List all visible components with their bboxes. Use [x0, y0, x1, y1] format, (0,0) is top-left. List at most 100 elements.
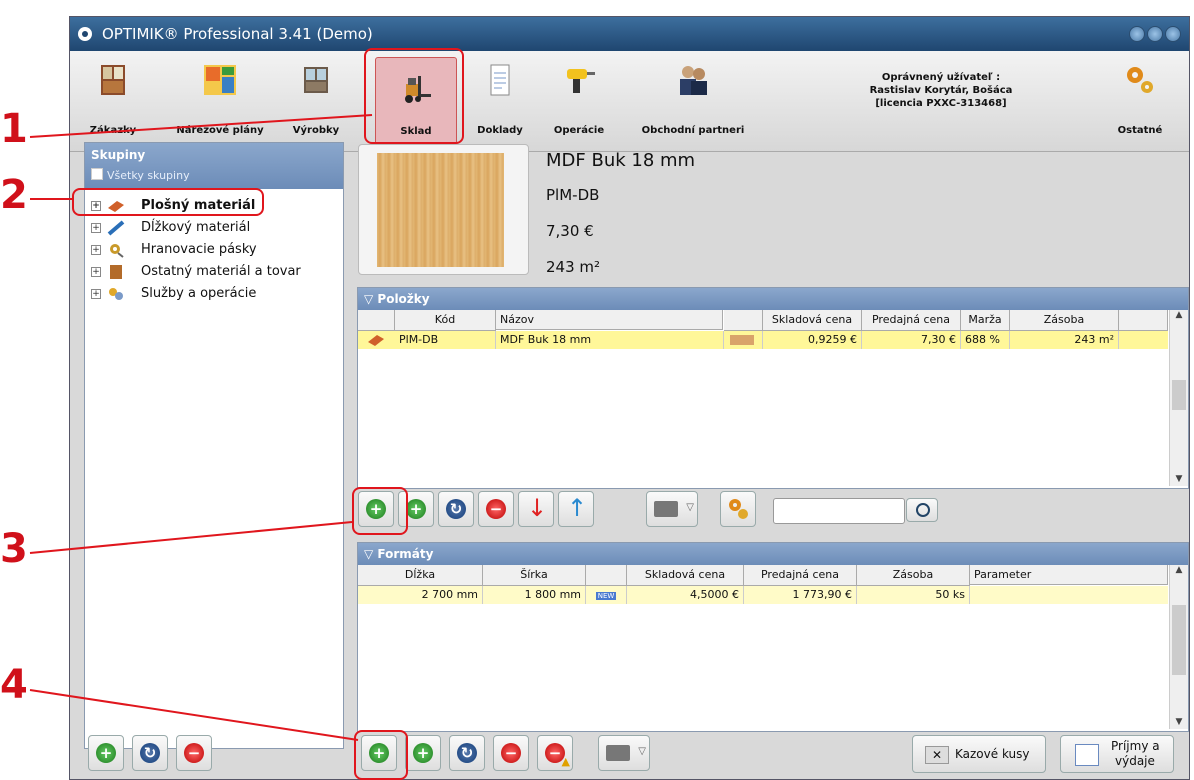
- box-icon: [110, 265, 122, 279]
- printer-icon: [606, 745, 630, 761]
- toolbar-ostatne[interactable]: Ostatné: [1110, 63, 1170, 143]
- move-up-button[interactable]: ↑: [558, 491, 594, 527]
- all-groups-checkbox[interactable]: Všetky skupiny: [91, 168, 190, 182]
- gears-icon: [729, 499, 748, 519]
- document-icon: [490, 64, 510, 96]
- refresh-button[interactable]: ↻: [438, 491, 474, 527]
- col-badge[interactable]: [586, 565, 627, 586]
- toolbar-narezove[interactable]: Nárezové plány: [170, 63, 270, 143]
- tape-icon: [110, 244, 124, 258]
- scroll-up-icon[interactable]: ▲: [1170, 565, 1188, 575]
- scroll-down-icon[interactable]: ▼: [1170, 717, 1188, 727]
- items-header: ▽ Položky: [358, 288, 1188, 310]
- print-button[interactable]: ▽: [646, 491, 698, 527]
- tree-item-ostatny[interactable]: + Ostatný materiál a tovar: [89, 261, 301, 283]
- tree-item-dlzkovy[interactable]: + Dĺžkový materiál: [89, 217, 301, 239]
- col-f-skladova[interactable]: Skladová cena: [627, 565, 744, 586]
- tree-item-label: Služby a operácie: [141, 286, 257, 301]
- maximize-button[interactable]: [1147, 26, 1163, 42]
- col-predajna[interactable]: Predajná cena: [862, 310, 961, 331]
- app-icon: [78, 27, 92, 41]
- cell-f-skladova: 4,5000 €: [627, 586, 744, 604]
- printer-icon: [654, 501, 678, 517]
- toolbar-zakazky[interactable]: Zákazky: [80, 63, 146, 143]
- expand-icon[interactable]: +: [91, 289, 101, 299]
- delete-group-button[interactable]: −: [176, 735, 212, 771]
- user-line1: Oprávnený užívateľ :: [881, 72, 1001, 83]
- toolbar-operacie-label: Operácie: [553, 125, 605, 136]
- tree-item-label: Ostatný materiál a tovar: [141, 264, 301, 279]
- cell-predajna: 7,30 €: [862, 331, 961, 349]
- scroll-up-icon[interactable]: ▲: [1170, 310, 1188, 320]
- gears-icon: [1127, 67, 1153, 93]
- board-icon: [368, 335, 384, 346]
- toolbar-partneri[interactable]: Obchodní partneri: [630, 63, 756, 143]
- prijmy-vydaje-button[interactable]: Príjmy a výdaje: [1060, 735, 1174, 773]
- ledger-icon: [1075, 744, 1099, 766]
- all-groups-label: Všetky skupiny: [107, 169, 190, 182]
- print-format-button[interactable]: ▽: [598, 735, 650, 771]
- col-f-predajna[interactable]: Predajná cena: [744, 565, 857, 586]
- cell-sirka: 1 800 mm: [483, 586, 586, 604]
- delete-warning-button[interactable]: − ▲: [537, 735, 573, 771]
- user-line2: Rastislav Korytár, Bošáca: [869, 85, 1013, 96]
- formats-scrollbar[interactable]: ▲ ▼: [1169, 565, 1188, 729]
- groups-pane: Skupiny Všetky skupiny + Plošný materiál…: [84, 142, 344, 749]
- table-row[interactable]: 2 700 mm 1 800 mm NEW 4,5000 € 1 773,90 …: [358, 586, 1168, 604]
- search-input[interactable]: [773, 498, 905, 524]
- annotation-2: 2: [0, 172, 28, 218]
- col-nazov[interactable]: Názov: [496, 310, 723, 330]
- delete-format-button[interactable]: −: [493, 735, 529, 771]
- expand-icon[interactable]: +: [91, 267, 101, 277]
- toolbar-operacie[interactable]: Operácie: [544, 63, 614, 143]
- col-dlzka[interactable]: Dĺžka: [358, 565, 483, 586]
- refresh-format-button[interactable]: ↻: [449, 735, 485, 771]
- scroll-down-icon[interactable]: ▼: [1170, 474, 1188, 484]
- toolbar-ostatne-label: Ostatné: [1117, 125, 1163, 136]
- tree-item-hranovacie[interactable]: + Hranovacie pásky: [89, 239, 301, 261]
- toolbar-partneri-label: Obchodní partneri: [641, 125, 745, 136]
- kazove-kusy-button[interactable]: ✕ Kazové kusy: [912, 735, 1046, 773]
- col-kod[interactable]: Kód: [395, 310, 496, 331]
- col-skladova[interactable]: Skladová cena: [763, 310, 862, 331]
- settings-button[interactable]: [720, 491, 756, 527]
- main-toolbar: Zákazky Nárezové plány Výrobky Sklad Dok…: [70, 51, 1189, 152]
- new-badge-label: NEW: [595, 592, 617, 600]
- col-marza[interactable]: Marža: [961, 310, 1010, 331]
- table-row[interactable]: PlM-DB MDF Buk 18 mm 0,9259 € 7,30 € 688…: [358, 331, 1168, 349]
- move-down-button[interactable]: ↓: [518, 491, 554, 527]
- col-zasoba[interactable]: Zásoba: [1010, 310, 1119, 331]
- toolbar-vyrobky[interactable]: Výrobky: [284, 63, 348, 143]
- add-format-copy-button[interactable]: +: [405, 735, 441, 771]
- toolbar-doklady[interactable]: Doklady: [470, 63, 530, 143]
- scroll-thumb[interactable]: [1172, 605, 1186, 675]
- formats-title: Formáty: [377, 547, 434, 561]
- col-f-zasoba[interactable]: Zásoba: [857, 565, 970, 586]
- refresh-group-button[interactable]: ↻: [132, 735, 168, 771]
- add-group-button[interactable]: +: [88, 735, 124, 771]
- product-code: PlM-DB: [546, 186, 600, 204]
- toolbar-vyrobky-label: Výrobky: [292, 125, 340, 136]
- arrow-up-icon: ↑: [567, 494, 588, 522]
- scroll-thumb[interactable]: [1172, 380, 1186, 410]
- col-parameter[interactable]: Parameter: [970, 565, 1168, 585]
- expand-icon[interactable]: +: [91, 223, 101, 233]
- expand-icon[interactable]: +: [91, 245, 101, 255]
- annotation-4: 4: [0, 662, 28, 708]
- minimize-button[interactable]: [1129, 26, 1145, 42]
- prijmy-label1: Príjmy a: [1111, 739, 1160, 753]
- search-button[interactable]: [906, 498, 938, 522]
- product-stock: 243 m²: [546, 258, 601, 276]
- plus-icon: +: [96, 743, 116, 763]
- col-sirka[interactable]: Šírka: [483, 565, 586, 586]
- items-scrollbar[interactable]: ▲ ▼: [1169, 310, 1188, 486]
- col-color[interactable]: [724, 310, 763, 331]
- minus-icon: −: [501, 743, 521, 763]
- delete-button[interactable]: −: [478, 491, 514, 527]
- close-button[interactable]: [1165, 26, 1181, 42]
- col-extra[interactable]: [1119, 310, 1168, 331]
- title-bar: OPTIMIK® Professional 3.41 (Demo): [70, 17, 1189, 51]
- tree-item-sluzby[interactable]: + Služby a operácie: [89, 283, 301, 305]
- refresh-icon: ↻: [457, 743, 477, 763]
- shelf-icon: [101, 65, 125, 95]
